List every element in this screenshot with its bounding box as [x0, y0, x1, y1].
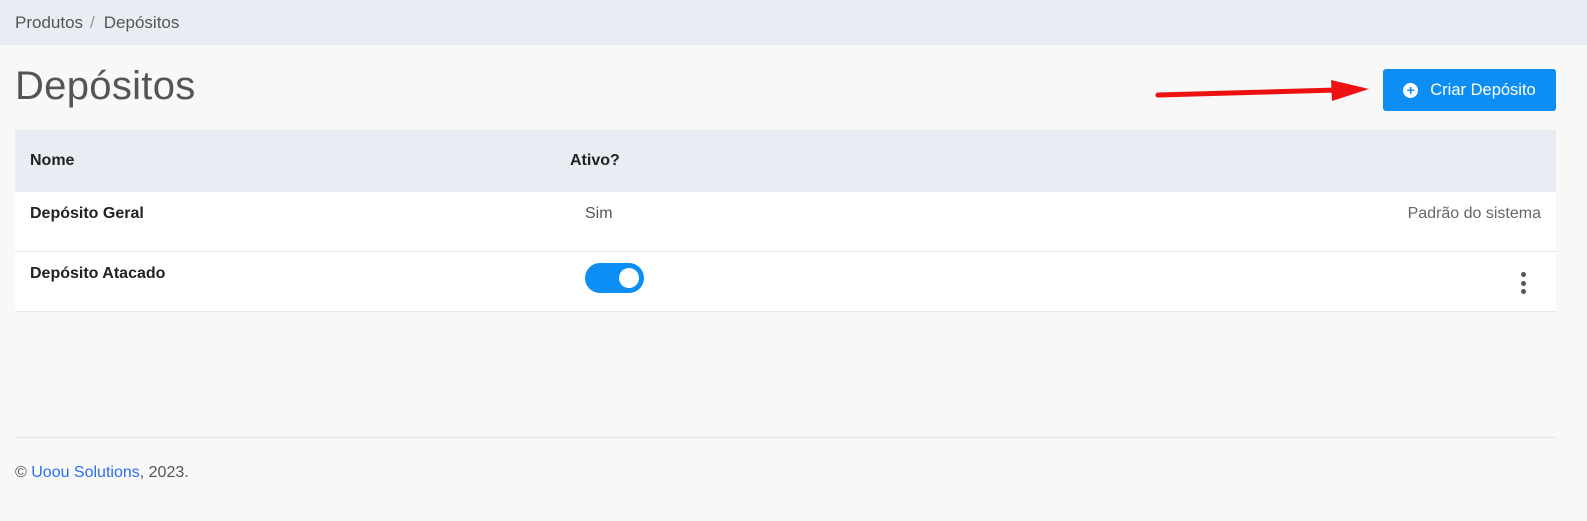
breadcrumb: Produtos / Depósitos [0, 0, 1587, 45]
create-deposit-button[interactable]: + Criar Depósito [1383, 69, 1556, 111]
column-header-active: Ativo? [570, 152, 620, 169]
deposits-table: Nome Ativo? Depósito Geral Sim Padrão do… [15, 130, 1556, 312]
deposit-active-text: Sim [585, 205, 613, 222]
breadcrumb-separator: / [90, 12, 95, 32]
toggle-knob [619, 268, 639, 288]
footer-year: , 2023. [139, 464, 189, 481]
system-default-label: Padrão do sistema [1407, 205, 1541, 222]
footer-copyright: © [15, 464, 32, 481]
create-deposit-label: Criar Depósito [1430, 80, 1536, 99]
deposit-name: Depósito Atacado [30, 265, 166, 282]
footer-divider [15, 437, 1556, 438]
table-header: Nome Ativo? [15, 130, 1556, 192]
table-row: Depósito Geral Sim Padrão do sistema [15, 192, 1556, 252]
footer-company-link[interactable]: Uoou Solutions [31, 464, 140, 481]
deposit-name: Depósito Geral [30, 205, 144, 222]
table-row: Depósito Atacado [15, 252, 1556, 312]
breadcrumb-item-produtos[interactable]: Produtos [15, 13, 83, 33]
footer: © Uoou Solutions, 2023. [15, 464, 189, 482]
annotation-arrow [1155, 80, 1369, 101]
kebab-menu-icon[interactable] [1520, 272, 1526, 294]
plus-circle-icon: + [1403, 82, 1419, 98]
column-header-name: Nome [30, 152, 75, 169]
active-toggle[interactable] [585, 263, 644, 293]
page-title: Depósitos [15, 64, 196, 108]
breadcrumb-item-depositos: Depósitos [103, 12, 180, 32]
